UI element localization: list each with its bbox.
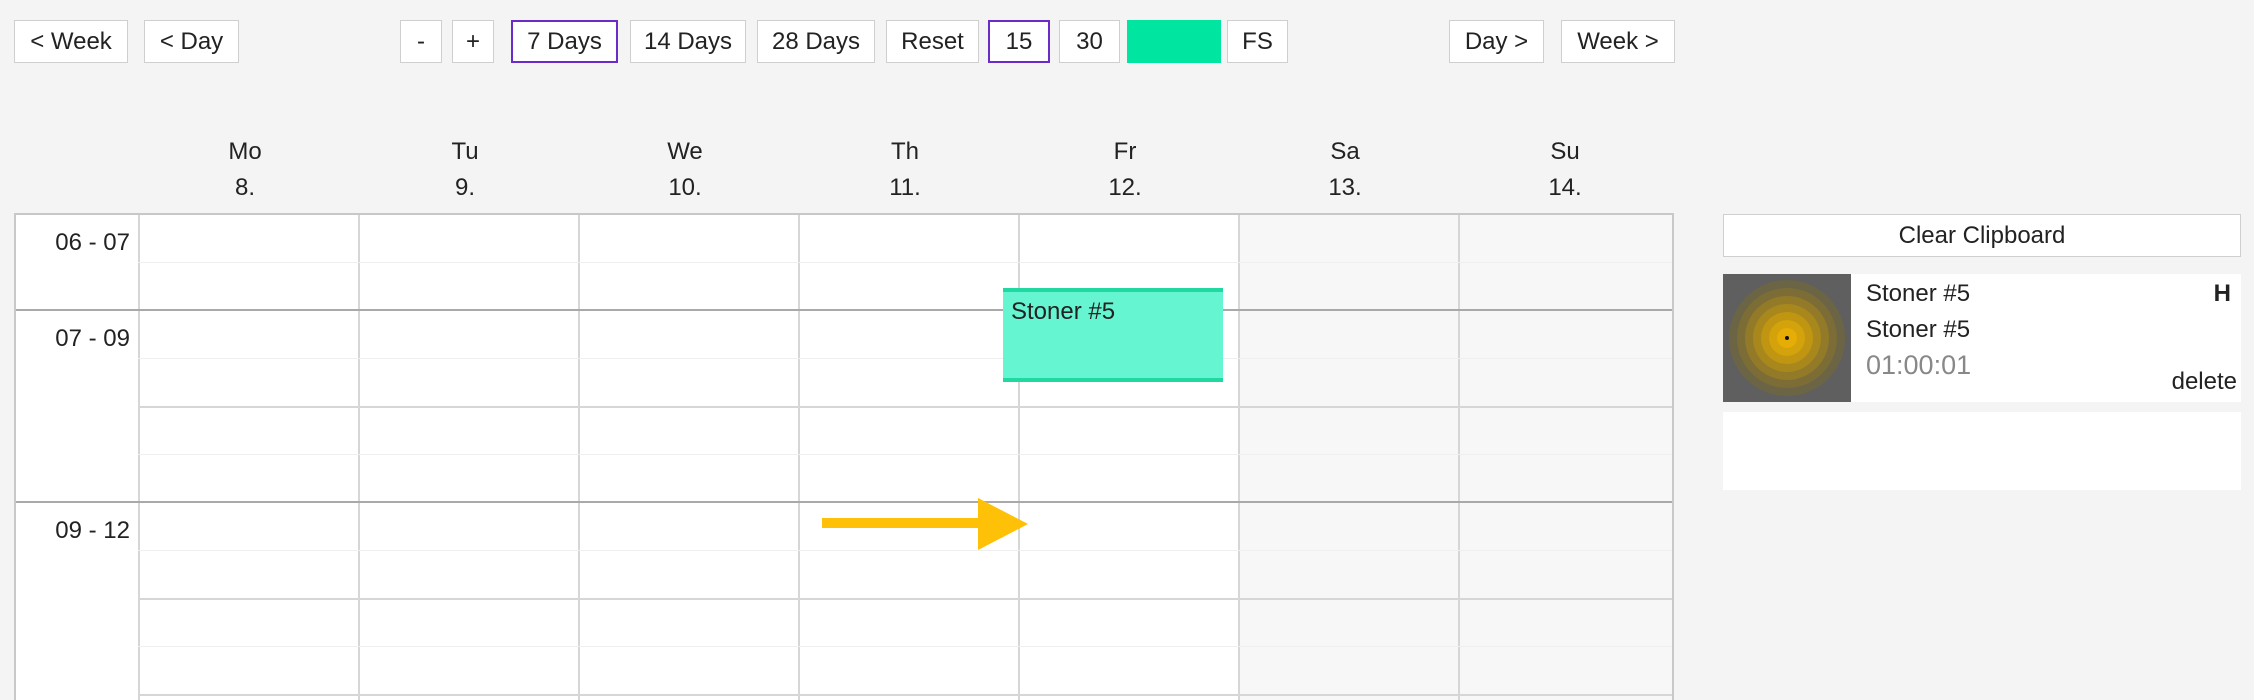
day-column-su[interactable]: [1458, 215, 1672, 700]
day-name: Su: [1550, 138, 1580, 165]
color-swatch-button[interactable]: [1127, 20, 1221, 63]
clip-subtitle: Stoner #5: [1866, 316, 1971, 343]
clipboard-item[interactable]: Stoner #5 Stoner #5 01:00:01 H delete: [1723, 274, 2241, 402]
reset-button[interactable]: Reset: [886, 20, 979, 63]
day-date: 14.: [1548, 174, 1582, 201]
day-column-th[interactable]: [798, 215, 1018, 700]
concentric-circles-icon: [1729, 280, 1845, 396]
day-name: Fr: [1113, 138, 1137, 165]
clip-badge[interactable]: H: [2214, 280, 2231, 308]
grid-line: [138, 694, 1672, 696]
clip-delete-link[interactable]: delete: [2172, 368, 2237, 396]
grid-line: [138, 406, 1672, 408]
arrow-right-icon: [822, 498, 1028, 550]
range-7-days-button[interactable]: 7 Days: [511, 20, 618, 63]
clipboard-drop-zone[interactable]: [1723, 412, 2241, 490]
prev-day-button[interactable]: < Day: [144, 20, 239, 63]
clear-clipboard-button[interactable]: Clear Clipboard: [1723, 214, 2241, 257]
time-label: 09 - 12: [55, 517, 130, 544]
range-14-days-button[interactable]: 14 Days: [630, 20, 746, 63]
day-header-mo: Mo 8.: [135, 134, 355, 206]
grid-line: [138, 358, 1672, 359]
day-header-fr: Fr 12.: [1015, 134, 1235, 206]
day-header-su: Su 14.: [1455, 134, 1675, 206]
grid-line: [138, 262, 1672, 263]
next-day-button[interactable]: Day >: [1449, 20, 1544, 63]
day-column-mo[interactable]: [138, 215, 358, 700]
day-column-we[interactable]: [578, 215, 798, 700]
clip-title: Stoner #5: [1866, 280, 1971, 307]
zoom-out-button[interactable]: -: [400, 20, 442, 63]
day-column-sa[interactable]: [1238, 215, 1458, 700]
zoom-in-button[interactable]: +: [452, 20, 494, 63]
day-name: Tu: [451, 138, 479, 165]
grid-line: [138, 646, 1672, 647]
day-header-tu: Tu 9.: [355, 134, 575, 206]
day-column-tu[interactable]: [358, 215, 578, 700]
prev-week-button[interactable]: < Week: [14, 20, 128, 63]
day-date: 12.: [1108, 174, 1142, 201]
day-date: 13.: [1328, 174, 1362, 201]
grid-line: [138, 598, 1672, 600]
time-label: 07 - 09: [55, 325, 130, 352]
fullscreen-button[interactable]: FS: [1227, 20, 1288, 63]
range-28-days-button[interactable]: 28 Days: [757, 20, 875, 63]
time-label: 06 - 07: [55, 229, 130, 256]
day-date: 9.: [454, 174, 475, 201]
day-date: 8.: [234, 174, 255, 201]
calendar-event[interactable]: Stoner #5: [1003, 288, 1223, 382]
interval-30-button[interactable]: 30: [1059, 20, 1120, 63]
time-group-divider: [16, 309, 1672, 311]
clip-duration: 01:00:01: [1866, 350, 1972, 380]
event-title: Stoner #5: [1011, 298, 1116, 325]
day-name: Mo: [228, 138, 262, 165]
day-date: 10.: [668, 174, 702, 201]
day-name: Th: [890, 138, 919, 165]
day-name: Sa: [1330, 138, 1360, 165]
interval-15-button[interactable]: 15: [988, 20, 1050, 63]
next-week-button[interactable]: Week >: [1561, 20, 1675, 63]
clip-thumbnail: [1723, 274, 1851, 402]
day-date: 11.: [889, 174, 921, 201]
day-header-we: We 10.: [575, 134, 795, 206]
grid-line: [138, 454, 1672, 455]
day-header-th: Th 11.: [795, 134, 1015, 206]
calendar-grid: 06 - 07 07 - 09 09 - 12: [14, 213, 1674, 700]
day-header-sa: Sa 13.: [1235, 134, 1455, 206]
day-name: We: [667, 138, 703, 165]
